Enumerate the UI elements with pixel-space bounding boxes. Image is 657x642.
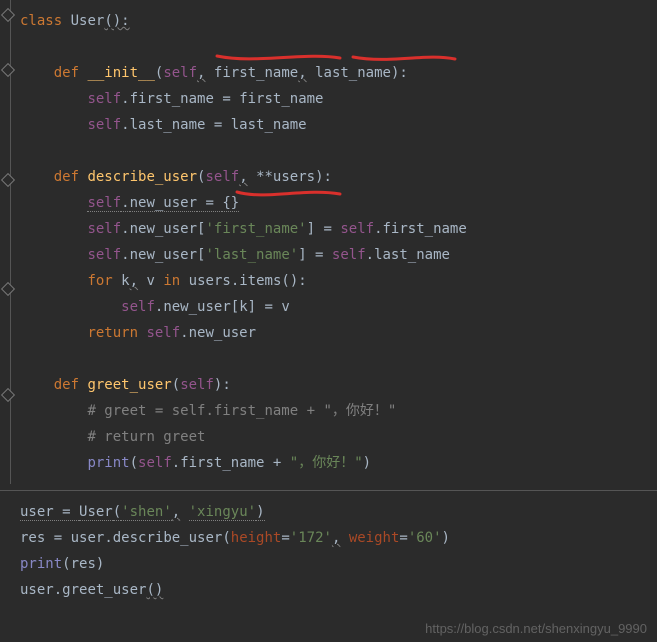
code-line: user = User('shen', 'xingyu') — [20, 499, 657, 525]
code-line: # greet = self.first_name + "，你好！" — [20, 398, 657, 424]
code-line: # return greet — [20, 424, 657, 450]
code-line: return self.new_user — [20, 320, 657, 346]
code-line: class User(): — [20, 8, 657, 34]
code-line: for k, v in users.items(): — [20, 268, 657, 294]
code-line — [20, 34, 657, 60]
code-line: user.greet_user() — [20, 577, 657, 603]
code-line: res = user.describe_user(height='172', w… — [20, 525, 657, 551]
gutter — [0, 0, 11, 484]
divider — [0, 490, 657, 491]
code-line: def greet_user(self): — [20, 372, 657, 398]
code-line: self.last_name = last_name — [20, 112, 657, 138]
code-line: self.new_user['last_name'] = self.last_n… — [20, 242, 657, 268]
code-editor-lower[interactable]: user = User('shen', 'xingyu') res = user… — [0, 495, 657, 611]
code-line: self.first_name = first_name — [20, 86, 657, 112]
code-line: def __init__(self, first_name, last_name… — [20, 60, 657, 86]
fold-icon[interactable] — [1, 8, 15, 22]
code-line: print(self.first_name + "，你好！") — [20, 450, 657, 476]
code-line: def describe_user(self, **users): — [20, 164, 657, 190]
code-line: self.new_user = {} — [20, 190, 657, 216]
code-editor[interactable]: class User(): def __init__(self, first_n… — [0, 0, 657, 484]
code-line: self.new_user[k] = v — [20, 294, 657, 320]
code-line — [20, 346, 657, 372]
code-line: print(res) — [20, 551, 657, 577]
code-line: self.new_user['first_name'] = self.first… — [20, 216, 657, 242]
code-line — [20, 138, 657, 164]
fold-icon[interactable] — [1, 282, 15, 296]
fold-icon[interactable] — [1, 63, 15, 77]
fold-icon[interactable] — [1, 173, 15, 187]
fold-icon[interactable] — [1, 388, 15, 402]
watermark: https://blog.csdn.net/shenxingyu_9990 — [425, 621, 647, 636]
